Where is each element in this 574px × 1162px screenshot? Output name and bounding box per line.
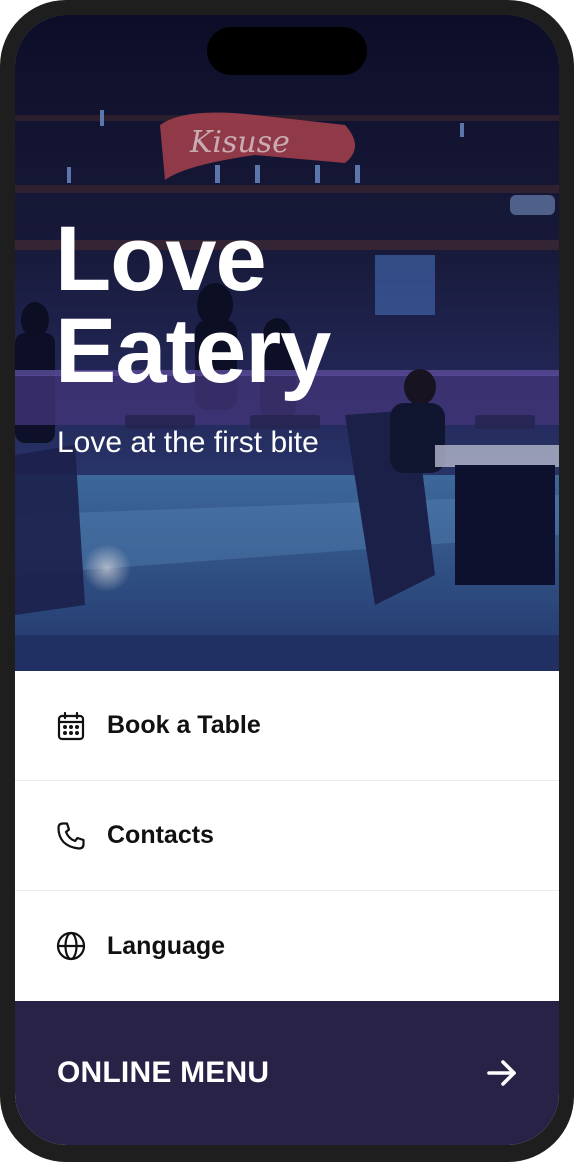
dynamic-island	[207, 27, 367, 75]
restaurant-name: Love Eatery	[55, 208, 331, 402]
language-label: Language	[107, 931, 226, 960]
calendar-icon	[55, 710, 87, 742]
phone-icon	[55, 820, 87, 852]
phone-frame: Kisuse Love Eatery Love at the first bit…	[0, 0, 574, 1162]
contacts-item[interactable]: Contacts	[15, 781, 559, 891]
online-menu-label: ONLINE MENU	[57, 1056, 270, 1089]
globe-icon	[55, 930, 87, 962]
online-menu-button[interactable]: ONLINE MENU	[15, 1001, 559, 1145]
book-table-item[interactable]: Book a Table	[15, 671, 559, 781]
book-table-label: Book a Table	[107, 711, 261, 739]
app-screen: Kisuse Love Eatery Love at the first bit…	[15, 15, 559, 1145]
restaurant-name-line1: Love	[55, 208, 267, 310]
arrow-right-icon	[485, 1056, 519, 1090]
action-list: Book a Table Contacts Language	[15, 671, 559, 1001]
contacts-label: Contacts	[107, 821, 214, 849]
hero-banner: Kisuse Love Eatery Love at the first bit…	[15, 15, 559, 671]
language-item[interactable]: Language	[15, 891, 559, 1001]
tagline: Love at the first bite	[57, 426, 319, 459]
restaurant-name-line2: Eatery	[55, 300, 331, 402]
